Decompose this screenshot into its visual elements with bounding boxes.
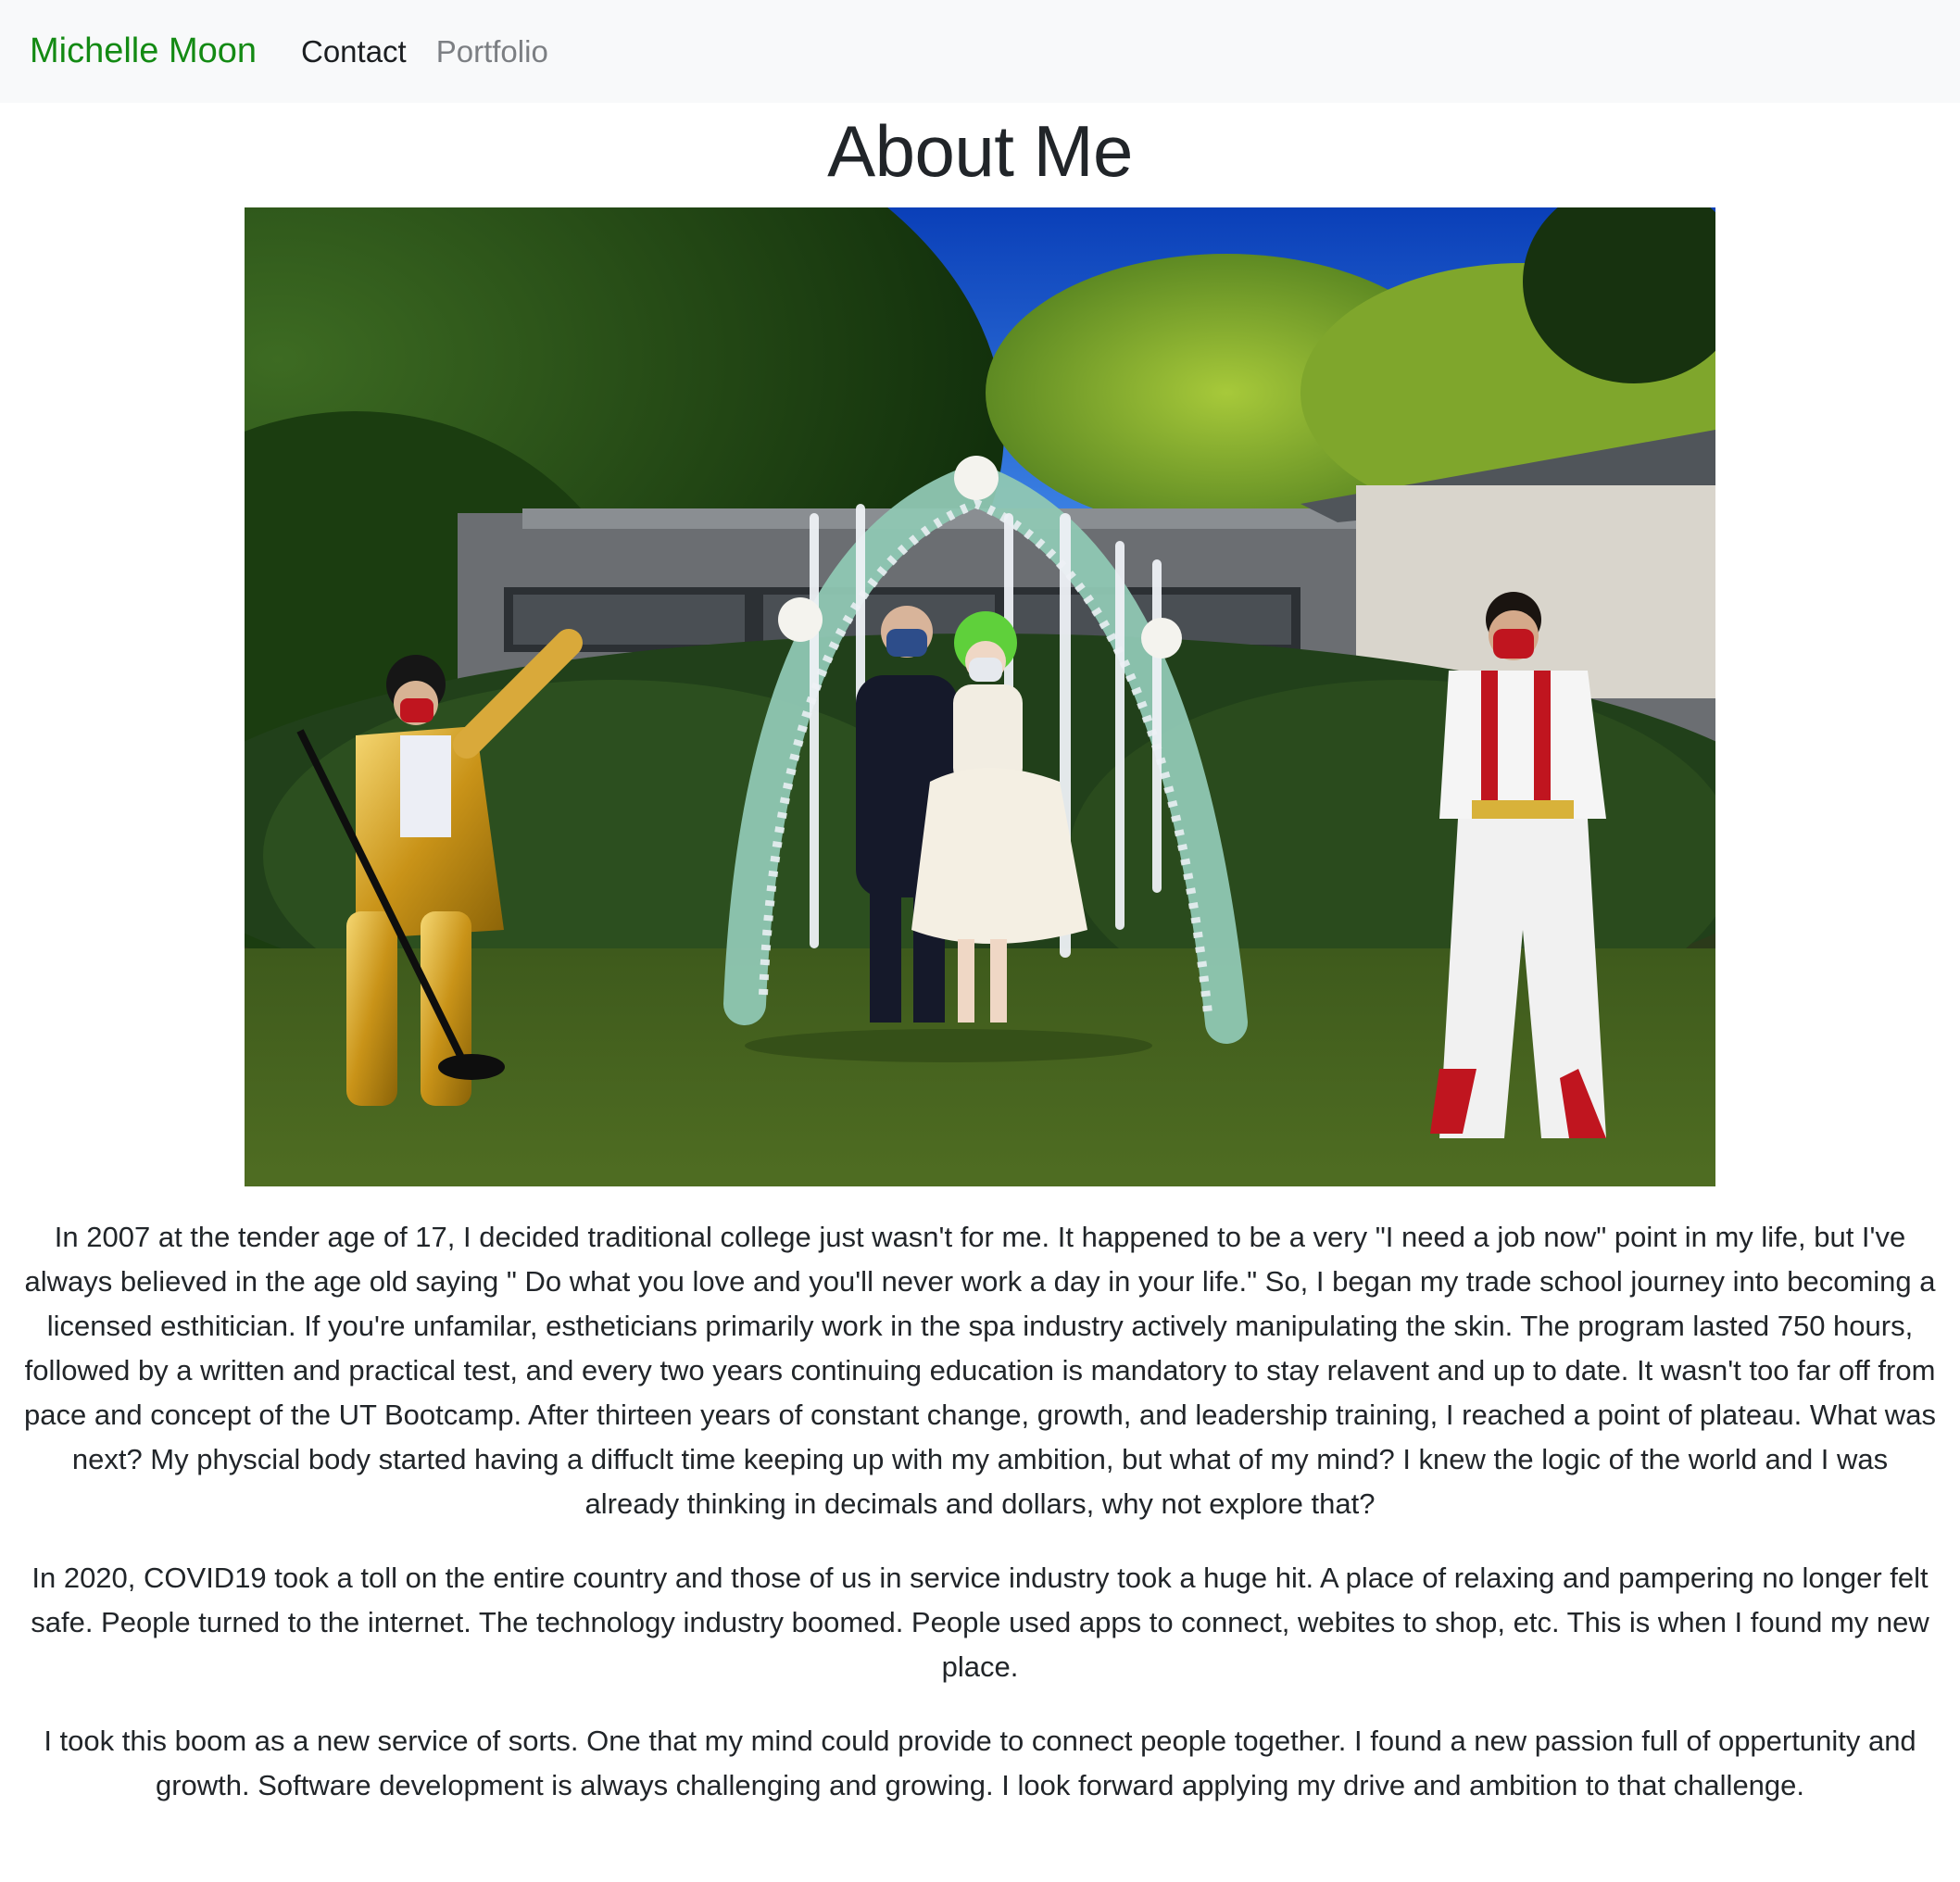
page-title: About Me bbox=[827, 110, 1133, 192]
nav-link-portfolio[interactable]: Portfolio bbox=[436, 34, 548, 69]
bio-paragraph-1: In 2007 at the tender age of 17, I decid… bbox=[24, 1221, 1936, 1520]
brand-link[interactable]: Michelle Moon bbox=[30, 31, 257, 71]
wedding-photo bbox=[245, 207, 1715, 1186]
navbar: Michelle Moon Contact Portfolio bbox=[0, 0, 1960, 103]
bio-paragraph-3: I took this boom as a new service of sor… bbox=[44, 1725, 1916, 1801]
nav-link-contact[interactable]: Contact bbox=[301, 34, 407, 69]
bio-paragraph-2: In 2020, COVID19 took a toll on the enti… bbox=[31, 1562, 1929, 1683]
bio-section: In 2007 at the tender age of 17, I decid… bbox=[24, 1215, 1936, 1838]
